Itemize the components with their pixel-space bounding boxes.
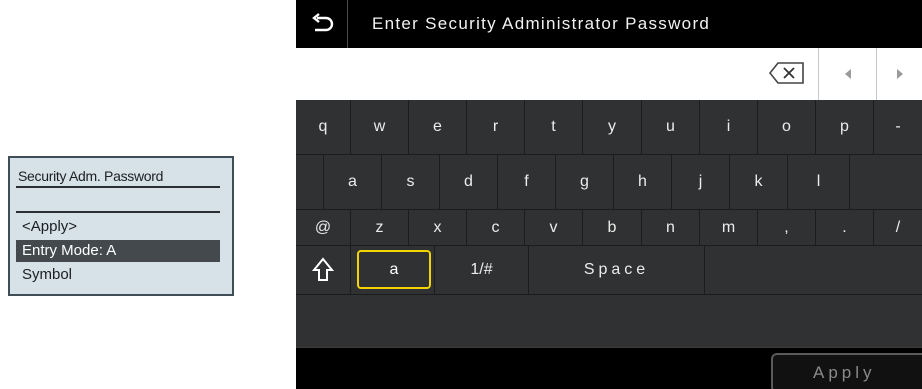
cursor-right-button[interactable]: [877, 48, 922, 100]
space-key[interactable]: Space: [529, 246, 705, 294]
page-title: Enter Security Administrator Password: [372, 14, 711, 33]
lcd-item-apply[interactable]: <Apply>: [16, 216, 220, 238]
key-w[interactable]: w: [351, 100, 409, 154]
key-c[interactable]: c: [467, 210, 525, 245]
key-x[interactable]: x: [409, 210, 467, 245]
key-n[interactable]: n: [642, 210, 700, 245]
key-g[interactable]: g: [556, 155, 614, 209]
keyboard-empty-area: [296, 295, 922, 347]
key-l[interactable]: l: [788, 155, 850, 209]
lcd-display: Security Adm. Password <Apply> Entry Mod…: [8, 156, 234, 296]
key-m[interactable]: m: [700, 210, 758, 245]
key-t[interactable]: t: [525, 100, 583, 154]
key-y[interactable]: y: [583, 100, 642, 154]
apply-button[interactable]: Apply: [771, 353, 922, 389]
key-slash[interactable]: /: [874, 210, 922, 245]
row4-blank: [705, 246, 922, 294]
shift-key[interactable]: [296, 246, 351, 294]
shift-icon: [312, 257, 334, 281]
mode-a-key[interactable]: a: [357, 250, 431, 289]
touch-panel: Enter Security Administrator Password q …: [296, 0, 922, 389]
key-o[interactable]: o: [758, 100, 816, 154]
key-p[interactable]: p: [816, 100, 874, 154]
row2-spacer: [296, 155, 324, 209]
cursor-left-icon: [844, 69, 851, 79]
key-s[interactable]: s: [382, 155, 440, 209]
title-bar: Enter Security Administrator Password: [296, 0, 922, 48]
key-f[interactable]: f: [498, 155, 556, 209]
key-hyphen[interactable]: -: [874, 100, 922, 154]
key-b[interactable]: b: [583, 210, 642, 245]
keyboard-row-1: q w e r t y u i o p -: [296, 100, 922, 154]
backspace-button[interactable]: [768, 58, 806, 88]
key-k[interactable]: k: [730, 155, 788, 209]
lcd-title: Security Adm. Password: [18, 168, 164, 184]
keyboard-row-4: a 1/# Space: [296, 246, 922, 294]
key-v[interactable]: v: [525, 210, 583, 245]
keyboard-row-3: @ z x c v b n m , . /: [296, 210, 922, 245]
mode-a-cell: a: [351, 246, 435, 294]
key-r[interactable]: r: [467, 100, 525, 154]
key-h[interactable]: h: [614, 155, 672, 209]
lcd-item-entry-mode[interactable]: Entry Mode: A: [16, 240, 220, 262]
key-j[interactable]: j: [672, 155, 730, 209]
key-q[interactable]: q: [296, 100, 351, 154]
password-input[interactable]: [296, 48, 922, 100]
back-arrow-icon: [311, 13, 333, 32]
key-at[interactable]: @: [296, 210, 351, 245]
mode-symbol-key[interactable]: 1/#: [435, 246, 529, 294]
key-blank[interactable]: [850, 155, 922, 209]
lcd-divider: [16, 186, 220, 188]
backspace-icon: [769, 62, 804, 84]
lcd-input-line: [16, 211, 220, 213]
key-u[interactable]: u: [642, 100, 700, 154]
cursor-left-button[interactable]: [819, 48, 876, 100]
key-comma[interactable]: ,: [758, 210, 816, 245]
key-i[interactable]: i: [700, 100, 758, 154]
key-period[interactable]: .: [816, 210, 874, 245]
cursor-right-icon: [896, 69, 903, 79]
key-z[interactable]: z: [351, 210, 409, 245]
back-button[interactable]: [296, 0, 348, 48]
key-e[interactable]: e: [409, 100, 467, 154]
keyboard-row-2: a s d f g h j k l: [296, 155, 922, 209]
key-d[interactable]: d: [440, 155, 498, 209]
lcd-item-symbol[interactable]: Symbol: [16, 264, 220, 286]
key-a[interactable]: a: [324, 155, 382, 209]
footer-bar: Apply: [296, 347, 922, 389]
